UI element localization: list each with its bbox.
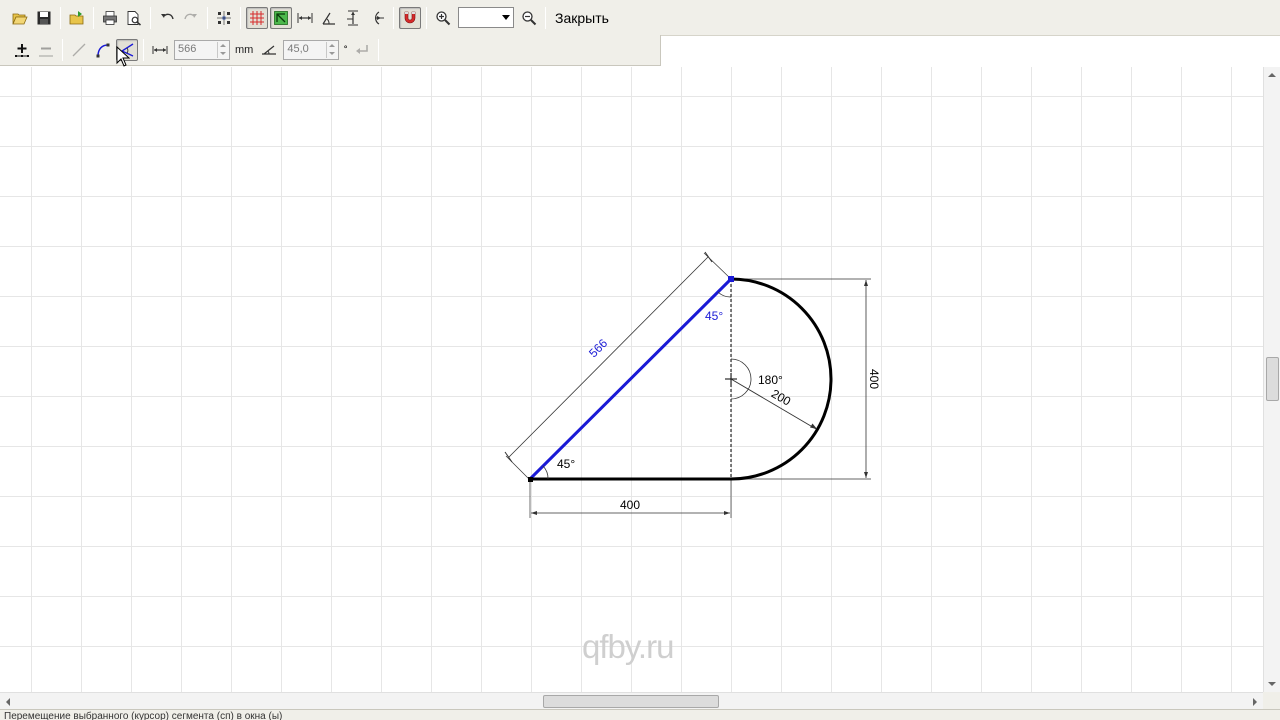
top-angle-label: 45° xyxy=(705,309,723,323)
snap-grid-icon[interactable] xyxy=(270,6,292,29)
vertical-dimension-icon[interactable] xyxy=(342,7,364,29)
angle-dimension-icon[interactable] xyxy=(318,7,340,29)
zoom-out-icon[interactable] xyxy=(518,7,540,29)
toolbar-separator xyxy=(150,6,151,29)
line-segment-icon[interactable] xyxy=(68,39,90,61)
radius-arrow xyxy=(810,423,817,429)
toolbar-separator xyxy=(426,6,427,29)
spin-down-icon[interactable] xyxy=(217,50,228,58)
length-input[interactable]: 566 xyxy=(174,40,230,60)
toolbar-separator xyxy=(393,6,394,29)
angle-value: 45,0 xyxy=(287,43,309,55)
spin-up-icon[interactable] xyxy=(326,42,337,50)
toolbar-separator xyxy=(545,6,546,29)
length-icon xyxy=(149,39,171,61)
vertical-scrollbar[interactable] xyxy=(1263,67,1280,692)
angle-unit-label: ° xyxy=(343,45,348,55)
selected-vertex[interactable] xyxy=(728,276,734,282)
base-width-label: 400 xyxy=(620,498,640,512)
arc-dimension-icon[interactable] xyxy=(366,7,388,29)
open-folder-icon[interactable] xyxy=(66,7,88,29)
scroll-right-icon[interactable] xyxy=(1253,698,1257,706)
mouse-pointer-icon xyxy=(116,46,130,67)
chevron-down-icon xyxy=(502,15,510,20)
print-preview-icon[interactable] xyxy=(123,7,145,29)
toolbar-separator xyxy=(60,6,61,29)
status-bar: Перемещение выбранного (курсор) сегмента… xyxy=(0,709,1280,720)
drawing-svg[interactable]: 566 400 400 45° 45° 180° 200 xyxy=(0,67,1263,692)
undo-icon[interactable] xyxy=(156,7,178,29)
spin-down-icon[interactable] xyxy=(326,50,337,58)
selected-diagonal-segment[interactable] xyxy=(528,277,733,481)
magnet-icon[interactable] xyxy=(399,6,421,29)
toolbar-separator xyxy=(62,39,63,61)
toolbar-separator xyxy=(240,6,241,29)
grid-icon[interactable] xyxy=(246,6,268,29)
scroll-down-icon[interactable] xyxy=(1268,682,1276,686)
horizontal-scroll-thumb[interactable] xyxy=(543,695,719,708)
save-icon[interactable] xyxy=(33,7,55,29)
vertex[interactable] xyxy=(528,477,533,482)
main-toolbar: Закрыть xyxy=(0,0,1280,36)
redo-icon[interactable] xyxy=(180,7,202,29)
scroll-up-icon[interactable] xyxy=(1268,73,1276,77)
length-value: 566 xyxy=(178,43,197,55)
arc-segment-icon[interactable] xyxy=(92,39,114,61)
print-icon[interactable] xyxy=(99,7,121,29)
diagonal-dimension[interactable] xyxy=(504,251,732,480)
bottom-angle-arc xyxy=(542,465,549,480)
angle-icon xyxy=(258,39,280,61)
status-text: Перемещение выбранного (курсор) сегмента… xyxy=(4,711,283,720)
height-label: 400 xyxy=(867,369,881,389)
add-point-icon[interactable] xyxy=(11,39,33,61)
edit-toolbar: 566 mm 45,0 ° xyxy=(0,35,661,66)
arc-angle-label: 180° xyxy=(758,373,783,387)
toolbar-separator xyxy=(207,6,208,29)
horizontal-dimension-icon[interactable] xyxy=(294,7,316,29)
drawing-canvas[interactable]: 566 400 400 45° 45° 180° 200 xyxy=(0,67,1263,692)
cad-editor-window: Закрыть 566 mm 45,0 ° 566 400 400 45° 45… xyxy=(0,0,1280,720)
spin-up-icon[interactable] xyxy=(217,42,228,50)
zoom-in-icon[interactable] xyxy=(432,7,454,29)
horizontal-scrollbar[interactable] xyxy=(0,692,1263,709)
close-button[interactable]: Закрыть xyxy=(552,6,612,30)
bottom-angle-label: 45° xyxy=(557,457,575,471)
open-icon[interactable] xyxy=(9,7,31,29)
snap-points-icon[interactable] xyxy=(213,7,235,29)
angle-input[interactable]: 45,0 xyxy=(283,40,340,60)
watermark-text: qfby.ru xyxy=(582,628,674,665)
scroll-left-icon[interactable] xyxy=(6,698,10,706)
diagonal-length-label: 566 xyxy=(586,336,610,360)
toolbar-separator xyxy=(377,39,379,61)
toolbar-separator xyxy=(143,39,144,61)
remove-point-icon[interactable] xyxy=(35,39,57,61)
length-unit-label: mm xyxy=(235,44,254,56)
apply-enter-icon[interactable] xyxy=(351,39,373,61)
zoom-level-select[interactable] xyxy=(458,7,514,28)
radius-label: 200 xyxy=(769,386,794,408)
toolbar-separator xyxy=(93,6,94,29)
vertical-scroll-thumb[interactable] xyxy=(1266,357,1279,401)
top-angle-arc xyxy=(717,291,732,298)
scrollbar-corner xyxy=(1263,692,1280,709)
